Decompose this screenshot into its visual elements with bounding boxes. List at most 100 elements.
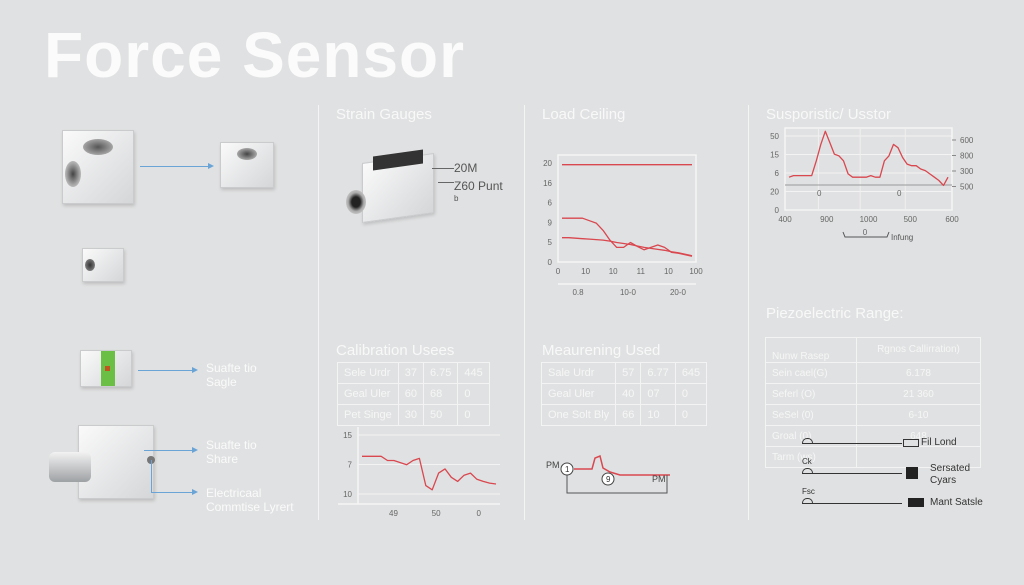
- y-tick-label: 15: [343, 431, 352, 440]
- cell: 50: [422, 404, 459, 426]
- plot-frame: [557, 154, 697, 263]
- x-tick-label: 600: [945, 215, 959, 224]
- x-tick-label: 0: [476, 509, 481, 518]
- callout-text: Share: [206, 452, 239, 466]
- x-tick-label: 11: [637, 267, 646, 276]
- cell: 6.75: [422, 362, 459, 384]
- cell: SeSel (0): [765, 404, 857, 426]
- cell: Pet Singe: [337, 404, 399, 426]
- callout-text: Electricaal: [206, 486, 262, 500]
- y-tick-label: 20: [770, 188, 779, 197]
- cell: One Solt Bly: [540, 404, 617, 426]
- table-row: Seferl (O) 21 360: [765, 383, 982, 405]
- callout-text: Sagle: [206, 375, 237, 389]
- table-row: Geal Uler 40 07 0: [540, 383, 708, 405]
- callout-text: Commtise Lyrert: [206, 500, 294, 514]
- legend-tag: Fsc: [802, 487, 815, 496]
- y-right-tick-label: 800: [960, 152, 974, 161]
- cell: Sele Urdr: [337, 362, 399, 384]
- cell: Seferl (O): [765, 383, 857, 405]
- gauge-dot: [105, 366, 110, 371]
- y-tick-label: 16: [543, 179, 552, 188]
- point-label: 0: [817, 189, 822, 198]
- series-line: [362, 455, 497, 491]
- page-title: Force Sensor: [44, 19, 466, 91]
- arrow: [140, 163, 214, 169]
- cell: 0: [457, 383, 490, 405]
- legend-line: [802, 473, 902, 474]
- series-line: [562, 217, 693, 257]
- x-tick-label: 1000: [860, 215, 878, 224]
- x-tick-label: 10: [609, 267, 618, 276]
- supo-heading: Susporistic/ Usstor: [766, 106, 892, 123]
- legend-line: [802, 443, 902, 444]
- cell: 37: [397, 362, 424, 384]
- cell: 445: [457, 362, 490, 384]
- y-right-tick-label: 300: [960, 167, 974, 176]
- x-tick-label: 500: [904, 215, 918, 224]
- cell: Sale Urdr: [540, 362, 617, 384]
- circuit-signal: [574, 454, 670, 476]
- table-row: Sale Urdr 57 6.77 645: [540, 362, 708, 384]
- x-axis-label: Infung: [891, 233, 913, 242]
- strain-label-3: b: [454, 194, 459, 203]
- point-label: 0: [897, 189, 902, 198]
- bracket-label: 0: [863, 228, 868, 237]
- sensor-mini-cube: [82, 248, 124, 282]
- x-tick-label: 10: [664, 267, 673, 276]
- measuring-heading: Meaurening Used: [542, 342, 661, 359]
- cell: 0: [457, 404, 490, 426]
- y-right-tick-label: 500: [960, 183, 974, 192]
- cell: 0: [674, 404, 708, 426]
- node-label: 1: [565, 465, 570, 474]
- legend-line: [802, 503, 902, 504]
- calibration-table: Sele Urdr 37 6.75 445 Geal Uler 60 68 0 Pet Si…: [337, 362, 490, 426]
- sensor-port: [83, 139, 113, 155]
- x-secondary-tick-label: 20-0: [670, 288, 687, 297]
- leader-line: [438, 182, 454, 183]
- legend-tag: Ck: [802, 457, 812, 466]
- table-row: Sele Urdr 37 6.75 445: [337, 362, 490, 384]
- piezo-heading: Piezoelectric Range:: [766, 305, 904, 322]
- cell: Geal Uler: [540, 383, 617, 405]
- series-line: [788, 130, 949, 187]
- sensor-large-cube: [62, 130, 134, 204]
- callout-2: Suafte tio Share: [206, 438, 257, 466]
- table-row: One Solt Bly 66 10 0: [540, 404, 708, 426]
- x-tick-label: 900: [820, 215, 834, 224]
- x-tick-label: 0: [556, 267, 561, 276]
- sensor-port: [85, 259, 95, 271]
- table-row: Geal Uler 60 68 0: [337, 383, 490, 405]
- callout-text: Suafte tio: [206, 438, 257, 452]
- arrow: [144, 447, 198, 453]
- arrow: [138, 367, 198, 373]
- arrow: [152, 489, 198, 495]
- cell: 66: [615, 404, 642, 426]
- sensor-small-cube: [220, 142, 274, 188]
- sensor-port: [346, 190, 366, 214]
- table-row: Sein cael(G) 6.178: [765, 362, 982, 384]
- x-tick-label: 100: [689, 267, 703, 276]
- load-heading: Load Ceiling: [542, 106, 626, 123]
- y-tick-label: 50: [770, 132, 779, 141]
- callout-text: Suafte tio: [206, 361, 257, 375]
- cell: 6-10: [855, 404, 982, 426]
- x-tick-label: 50: [432, 509, 441, 518]
- sensor-port: [65, 161, 81, 187]
- cell: 57: [615, 362, 642, 384]
- table-row: SeSel (0) 6-10: [765, 404, 982, 426]
- gauge-band: [373, 149, 423, 171]
- x-tick-label: 400: [778, 215, 792, 224]
- y-tick-label: 10: [343, 490, 352, 499]
- divider: [524, 105, 525, 520]
- divider: [318, 105, 319, 520]
- cell: 6.77: [640, 362, 676, 384]
- legend-label: Mant Satsle: [930, 497, 983, 508]
- y-right-tick-label: 600: [960, 136, 974, 145]
- cell: Sein cael(G): [765, 362, 857, 384]
- x-secondary-tick-label: 10-0: [620, 288, 637, 297]
- cell: 07: [640, 383, 676, 405]
- x-secondary-tick-label: 0.8: [572, 288, 584, 297]
- cell: 30: [397, 404, 424, 426]
- table-header: Nunw Rasep Rgnos Callirration): [765, 337, 982, 363]
